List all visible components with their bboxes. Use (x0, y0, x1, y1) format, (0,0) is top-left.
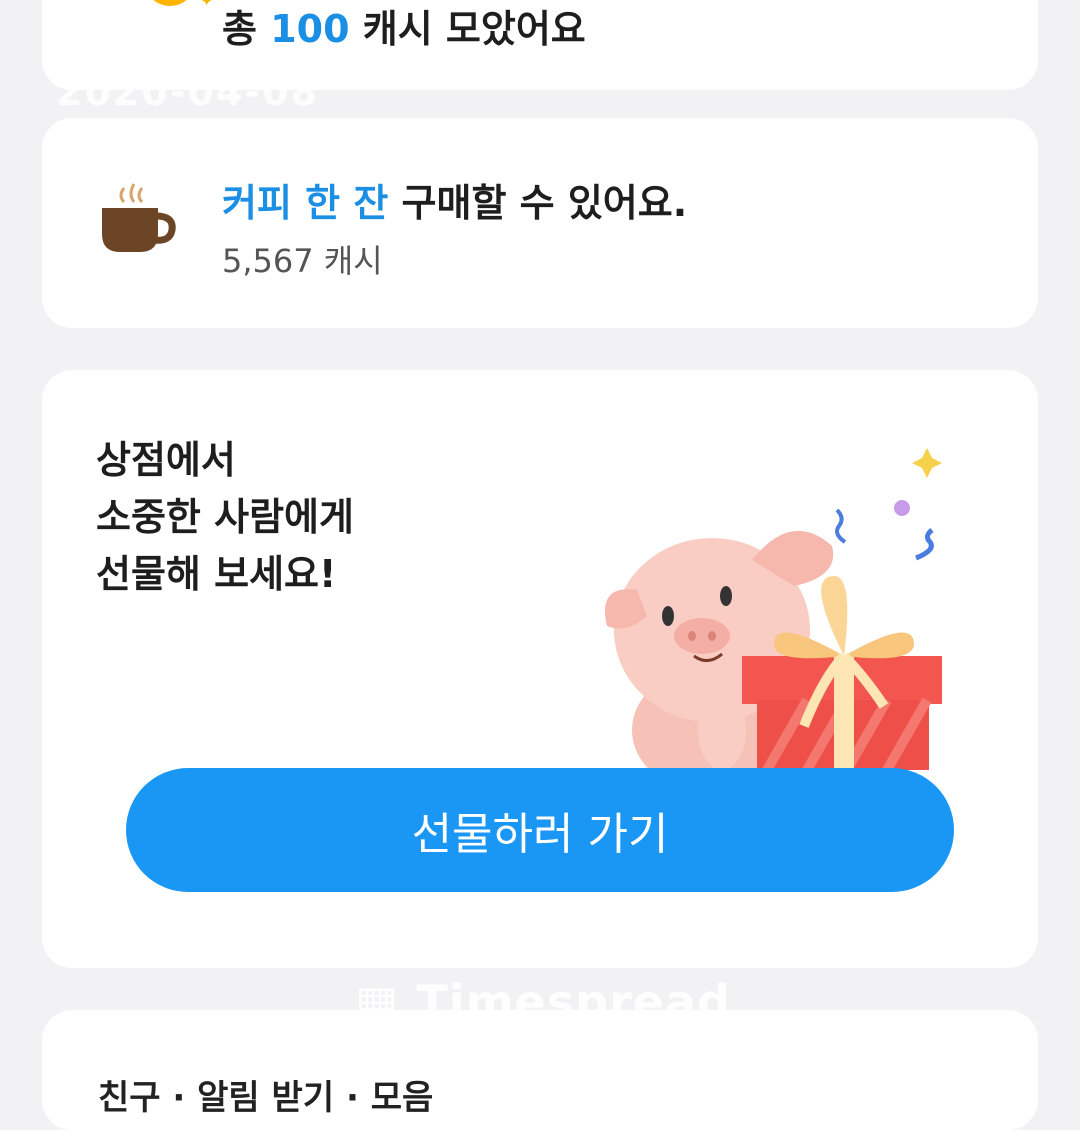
date-watermark: 2020-04-08 (56, 70, 320, 114)
coffee-cup-icon (102, 183, 176, 252)
gift-line-3: 선물해 보세요! (96, 552, 337, 596)
gift-message: 상점에서 소중한 사람에게 선물해 보세요! (96, 432, 354, 603)
svg-text:✦: ✦ (200, 0, 213, 10)
pig-with-gift-illustration (605, 448, 942, 770)
svg-text:✦: ✦ (134, 0, 149, 3)
total-cash-text: 총 100 캐시 모았어요 (222, 7, 586, 51)
go-gift-button[interactable]: 선물하러 가기 (126, 768, 954, 892)
gift-card: 상점에서 소중한 사람에게 선물해 보세요! 선물하러 가기 (42, 370, 1038, 968)
coffee-headline: 커피 한 잔 구매할 수 있어요. (222, 172, 687, 227)
next-card[interactable]: 친구 · 알림 받기 · 모음 (42, 1010, 1038, 1130)
cash-balance: 5,567 캐시 (222, 242, 383, 280)
coin-sparkle-icon: ✦ ✦ (134, 0, 213, 10)
next-card-title: 친구 · 알림 받기 · 모음 (98, 1078, 434, 1118)
coffee-highlight: 커피 한 잔 (222, 181, 389, 225)
coffee-rest: 구매할 수 있어요. (401, 181, 688, 225)
coffee-card[interactable]: 커피 한 잔 구매할 수 있어요. 5,567 캐시 (42, 118, 1038, 328)
gift-line-2: 소중한 사람에게 (96, 495, 354, 539)
total-cash-amount: 100 (270, 7, 350, 51)
gift-line-1: 상점에서 (96, 438, 236, 482)
